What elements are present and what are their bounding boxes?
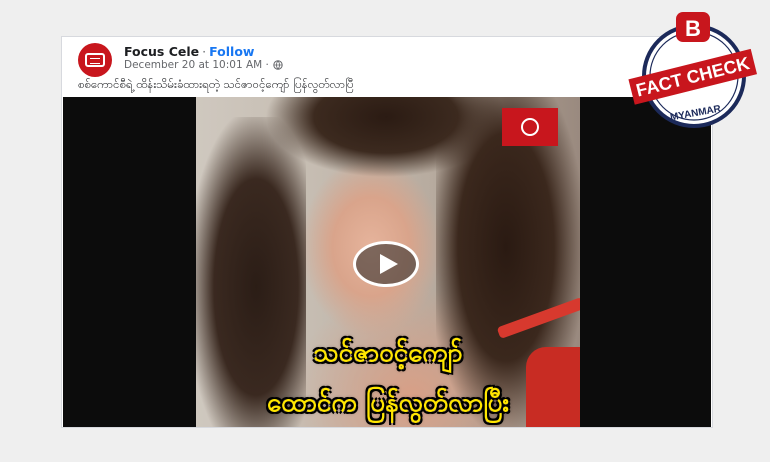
post-header: Focus Cele · Follow — [124, 44, 254, 59]
brand-logo-icon — [85, 53, 105, 67]
b-logo-icon: B — [676, 12, 710, 42]
play-icon — [380, 254, 398, 274]
play-button[interactable] — [353, 241, 419, 287]
video-subtitle-line2: ထောင်က ပြန်လွတ်လာပြီး — [266, 388, 510, 418]
video-subtitle-line1: သင်ဇာဝင့်ကျော် — [313, 338, 463, 368]
channel-watermark-icon — [502, 108, 558, 146]
separator-dot: · — [202, 44, 207, 59]
page-avatar[interactable] — [78, 43, 112, 77]
globe-icon — [273, 60, 283, 70]
facebook-post: Focus Cele · Follow December 20 at 10:01 A… — [61, 36, 713, 428]
timestamp-link[interactable]: December 20 at 10:01 AM · — [124, 59, 269, 71]
post-meta: December 20 at 10:01 AM · — [124, 59, 283, 71]
post-caption: စစ်ကောင်စီရဲ့ ထိန်းသိမ်းခံထားရတဲ့ သင်ဇာဝ… — [78, 77, 354, 91]
badge-letter: B — [685, 16, 701, 41]
follow-button[interactable]: Follow — [209, 44, 254, 59]
page-name-link[interactable]: Focus Cele — [124, 44, 199, 59]
fact-check-badge: B FACT CHECK MYANMAR — [628, 12, 758, 128]
frame-shade-left — [196, 117, 306, 427]
video-player[interactable]: သင်ဇာဝင့်ကျော် ထောင်က ပြန်လွတ်လာပြီး — [63, 97, 711, 427]
